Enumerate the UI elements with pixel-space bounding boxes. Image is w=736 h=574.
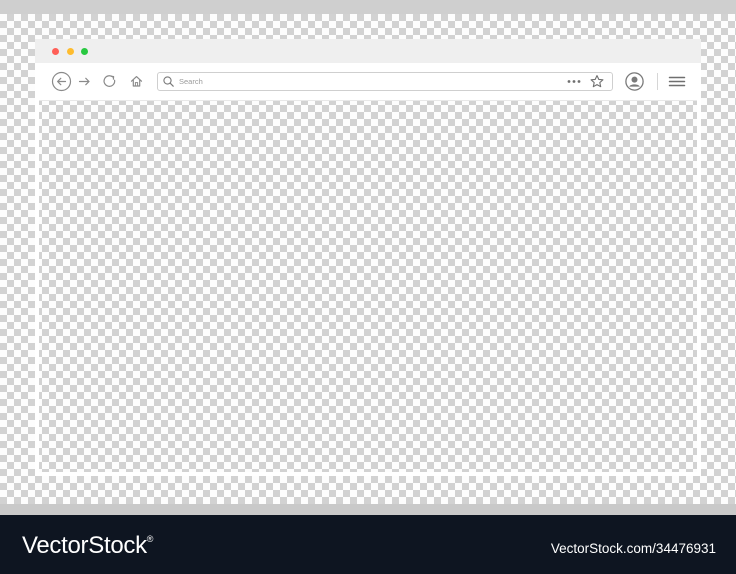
back-arrow-icon: [51, 71, 72, 92]
browser-toolbar: [35, 63, 701, 101]
toolbar-divider: [657, 73, 658, 90]
more-options-button[interactable]: [563, 74, 585, 89]
star-icon: [590, 75, 604, 88]
minimize-window-button[interactable]: [67, 48, 74, 55]
search-icon: [162, 75, 175, 88]
more-dots-icon: [567, 80, 581, 83]
watermark-footer: VectorStock® VectorStock.com/34476931: [0, 515, 736, 574]
reload-button[interactable]: [99, 71, 120, 92]
page-content-area: [35, 100, 701, 476]
bookmark-button[interactable]: [589, 74, 605, 89]
menu-button[interactable]: [666, 71, 688, 92]
account-button[interactable]: [624, 71, 645, 92]
brand-name: VectorStock: [22, 532, 147, 559]
back-button[interactable]: [51, 71, 72, 92]
search-input[interactable]: [179, 74, 559, 89]
reload-icon: [103, 75, 116, 87]
forward-arrow-icon: [78, 77, 90, 86]
registered-mark: ®: [146, 534, 154, 544]
top-gray-strip: [0, 0, 736, 14]
image-id: VectorStock.com/34476931: [550, 541, 716, 556]
maximize-window-button[interactable]: [81, 48, 88, 55]
hamburger-menu-icon: [668, 76, 686, 87]
forward-button[interactable]: [74, 71, 95, 92]
account-icon: [625, 72, 644, 91]
home-icon: [130, 76, 143, 87]
bottom-gray-strip: [0, 504, 736, 515]
address-bar[interactable]: [157, 72, 613, 91]
home-button[interactable]: [126, 71, 147, 92]
title-bar: [35, 39, 701, 63]
browser-window: [35, 39, 701, 476]
close-window-button[interactable]: [52, 48, 59, 55]
vectorstock-logo: VectorStock®: [22, 532, 153, 560]
